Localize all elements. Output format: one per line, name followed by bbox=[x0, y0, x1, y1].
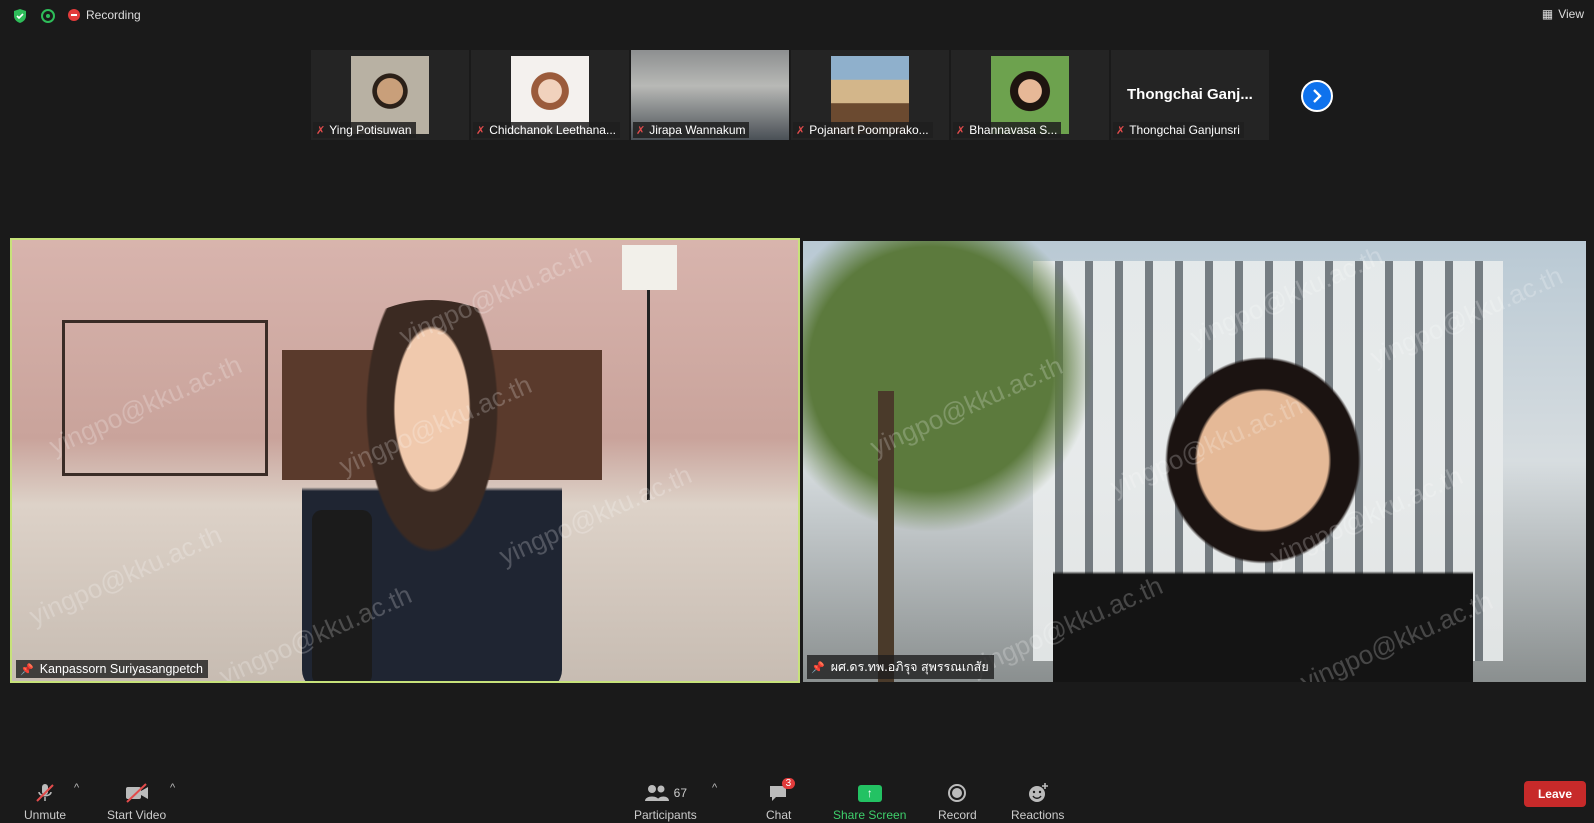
leave-button[interactable]: Leave bbox=[1523, 781, 1586, 807]
start-video-button[interactable]: Start Video bbox=[107, 782, 166, 822]
participant-name-label: ✗ Jirapa Wannakum bbox=[633, 122, 750, 138]
chat-label: Chat bbox=[766, 808, 792, 822]
meeting-controls-toolbar: Unmute ^ Start Video ^ 67 Participants ^… bbox=[0, 776, 1594, 823]
record-button[interactable]: Record bbox=[938, 782, 977, 822]
participant-name-label: ✗ Bhannavasa S... bbox=[953, 122, 1062, 138]
record-label: Record bbox=[938, 808, 977, 822]
meeting-status-bar: Recording ▦ View bbox=[0, 0, 1594, 30]
video-participant-name: Kanpassorn Suriyasangpetch bbox=[39, 662, 204, 676]
chat-button[interactable]: 3 Chat bbox=[766, 778, 796, 822]
muted-mic-icon: ✗ bbox=[956, 124, 966, 137]
participant-name-label: ✗ Chidchanok Leethana... bbox=[473, 122, 620, 138]
participants-count: 67 bbox=[673, 786, 688, 800]
participant-name: Pojanart Poomprako... bbox=[809, 123, 929, 137]
muted-mic-icon: ✗ bbox=[636, 124, 646, 137]
participant-name: Chidchanok Leethana... bbox=[489, 123, 616, 137]
recording-icon bbox=[68, 9, 80, 21]
participant-name: Thongchai Ganjunsri bbox=[1129, 123, 1240, 137]
participant-name: Bhannavasa S... bbox=[969, 123, 1058, 137]
video-off-icon bbox=[124, 782, 150, 804]
chevron-right-icon bbox=[1313, 89, 1322, 103]
share-screen-icon: ↑ bbox=[857, 782, 882, 804]
active-speaker-video[interactable]: yingpo@kku.ac.th yingpo@kku.ac.th yingpo… bbox=[10, 238, 800, 683]
participant-display-name: Thongchai Ganj... bbox=[1127, 86, 1253, 103]
participants-options-caret-icon[interactable]: ^ bbox=[712, 782, 717, 794]
pin-icon: 📌 bbox=[811, 661, 825, 674]
recording-label: Recording bbox=[86, 8, 141, 22]
participants-label: Participants bbox=[634, 808, 697, 822]
pin-icon: 📌 bbox=[20, 663, 34, 676]
participant-tile[interactable]: ✗ Pojanart Poomprako... bbox=[791, 50, 949, 140]
participant-tile[interactable]: ✗ Chidchanok Leethana... bbox=[471, 50, 629, 140]
chat-icon: 3 bbox=[768, 778, 796, 804]
participant-video[interactable]: yingpo@kku.ac.th yingpo@kku.ac.th yingpo… bbox=[803, 241, 1586, 682]
recording-indicator[interactable]: Recording bbox=[68, 8, 141, 22]
network-status-icon[interactable] bbox=[40, 8, 56, 24]
participant-tile[interactable]: ✗ Bhannavasa S... bbox=[951, 50, 1109, 140]
share-screen-label: Share Screen bbox=[833, 808, 907, 822]
reactions-button[interactable]: Reactions bbox=[1011, 782, 1064, 822]
participant-name: Ying Potisuwan bbox=[329, 123, 412, 137]
participant-name: Jirapa Wannakum bbox=[649, 123, 746, 137]
muted-mic-icon: ✗ bbox=[1116, 124, 1126, 137]
chat-unread-badge: 3 bbox=[781, 778, 796, 789]
participant-tile[interactable]: Thongchai Ganj... ✗ Thongchai Ganjunsri bbox=[1111, 50, 1269, 140]
video-feed bbox=[803, 241, 1586, 682]
view-button[interactable]: ▦ View bbox=[1542, 7, 1584, 21]
video-options-caret-icon[interactable]: ^ bbox=[170, 782, 175, 794]
participant-name-label: ✗ Pojanart Poomprako... bbox=[793, 122, 933, 138]
participant-tile[interactable]: ✗ Jirapa Wannakum bbox=[631, 50, 789, 140]
record-icon bbox=[947, 782, 967, 804]
next-page-button[interactable] bbox=[1301, 80, 1333, 112]
participant-name-label: ✗ Ying Potisuwan bbox=[313, 122, 416, 138]
smiley-plus-icon bbox=[1027, 782, 1049, 804]
video-name-label: 📌 Kanpassorn Suriyasangpetch bbox=[16, 660, 209, 678]
muted-mic-icon: ✗ bbox=[476, 124, 486, 137]
participant-name-label: ✗ Thongchai Ganjunsri bbox=[1113, 122, 1244, 138]
unmute-label: Unmute bbox=[24, 808, 67, 822]
participant-tile[interactable]: ✗ Ying Potisuwan bbox=[311, 50, 469, 140]
unmute-button[interactable]: Unmute bbox=[24, 782, 66, 822]
video-participant-name: ผศ.ดร.ทพ.อภิรุจ สุพรรณเกสัย bbox=[830, 660, 989, 674]
muted-mic-icon: ✗ bbox=[316, 124, 326, 137]
start-video-label: Start Video bbox=[107, 808, 167, 822]
reactions-label: Reactions bbox=[1011, 808, 1065, 822]
gallery-strip: ✗ Ying Potisuwan ✗ Chidchanok Leethana... … bbox=[311, 50, 1269, 140]
view-label: View bbox=[1558, 7, 1584, 21]
participants-button[interactable]: 67 Participants bbox=[634, 782, 697, 822]
participants-icon: 67 bbox=[644, 782, 687, 804]
audio-options-caret-icon[interactable]: ^ bbox=[74, 782, 79, 794]
share-screen-button[interactable]: ↑ Share Screen bbox=[833, 782, 906, 822]
video-name-label: 📌 ผศ.ดร.ทพ.อภิรุจ สุพรรณเกสัย bbox=[807, 655, 994, 679]
muted-mic-icon: ✗ bbox=[796, 124, 806, 137]
mic-muted-icon bbox=[34, 782, 56, 804]
encryption-shield-icon[interactable] bbox=[12, 8, 28, 24]
video-feed bbox=[12, 240, 798, 681]
grid-view-icon: ▦ bbox=[1541, 7, 1554, 21]
